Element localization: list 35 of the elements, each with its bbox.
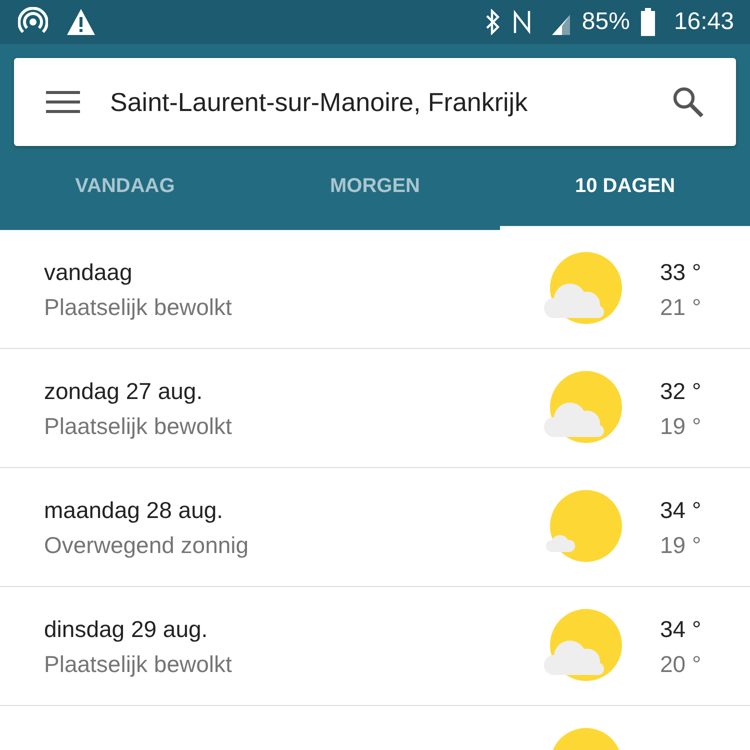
bluetooth-icon xyxy=(484,9,502,35)
forecast-row[interactable]: vandaag Plaatselijk bewolkt 33 ° 21 ° xyxy=(0,230,750,349)
tab[interactable]: 10 DAGEN xyxy=(500,146,750,230)
sun-cloud-icon xyxy=(544,607,624,683)
high-temperature: 33 ° xyxy=(660,259,702,286)
low-temperature: 21 ° xyxy=(660,294,702,321)
forecast-row[interactable]: dinsdag 29 aug. Plaatselijk bewolkt 34 ° 20 ° xyxy=(0,587,750,706)
high-temperature: 34 ° xyxy=(660,616,702,643)
low-temperature: 19 ° xyxy=(660,532,702,559)
day-label: dinsdag 29 aug. xyxy=(44,616,209,643)
sun-cloud-icon xyxy=(544,250,624,326)
condition-text: Plaatselijk bewolkt xyxy=(44,413,233,440)
condition-text: Plaatselijk bewolkt xyxy=(44,294,233,321)
condition-text: Overwegend zonnig xyxy=(44,532,250,559)
battery-percentage: 85% xyxy=(582,8,630,36)
day-label: zondag 27 aug. xyxy=(44,378,204,405)
sun-cloud-icon xyxy=(544,369,624,445)
sun-cloud-icon xyxy=(544,488,624,564)
location-text: Saint-Laurent-sur-Manoire, Frankrijk xyxy=(110,86,529,118)
search-field[interactable]: Saint-Laurent-sur-Manoire, Frankrijk xyxy=(14,58,736,146)
battery-icon xyxy=(640,8,656,36)
low-temperature: 19 ° xyxy=(660,413,702,440)
day-label: vandaag xyxy=(44,259,134,286)
warning-icon xyxy=(66,8,96,36)
search-icon[interactable] xyxy=(672,86,704,118)
day-label: maandag 28 aug. xyxy=(44,497,224,524)
forecast-row[interactable]: maandag 28 aug. Overwegend zonnig 34 ° 19 ° xyxy=(0,468,750,587)
clock: 16:43 xyxy=(674,8,734,36)
high-temperature: 32 ° xyxy=(660,378,702,405)
low-temperature: 20 ° xyxy=(660,651,702,678)
condition-text: Plaatselijk bewolkt xyxy=(44,651,233,678)
nfc-icon xyxy=(512,9,532,35)
forecast-row[interactable]: zondag 27 aug. Plaatselijk bewolkt 32 ° 19 ° xyxy=(0,349,750,468)
menu-icon[interactable] xyxy=(46,90,80,114)
high-temperature: 34 ° xyxy=(660,497,702,524)
